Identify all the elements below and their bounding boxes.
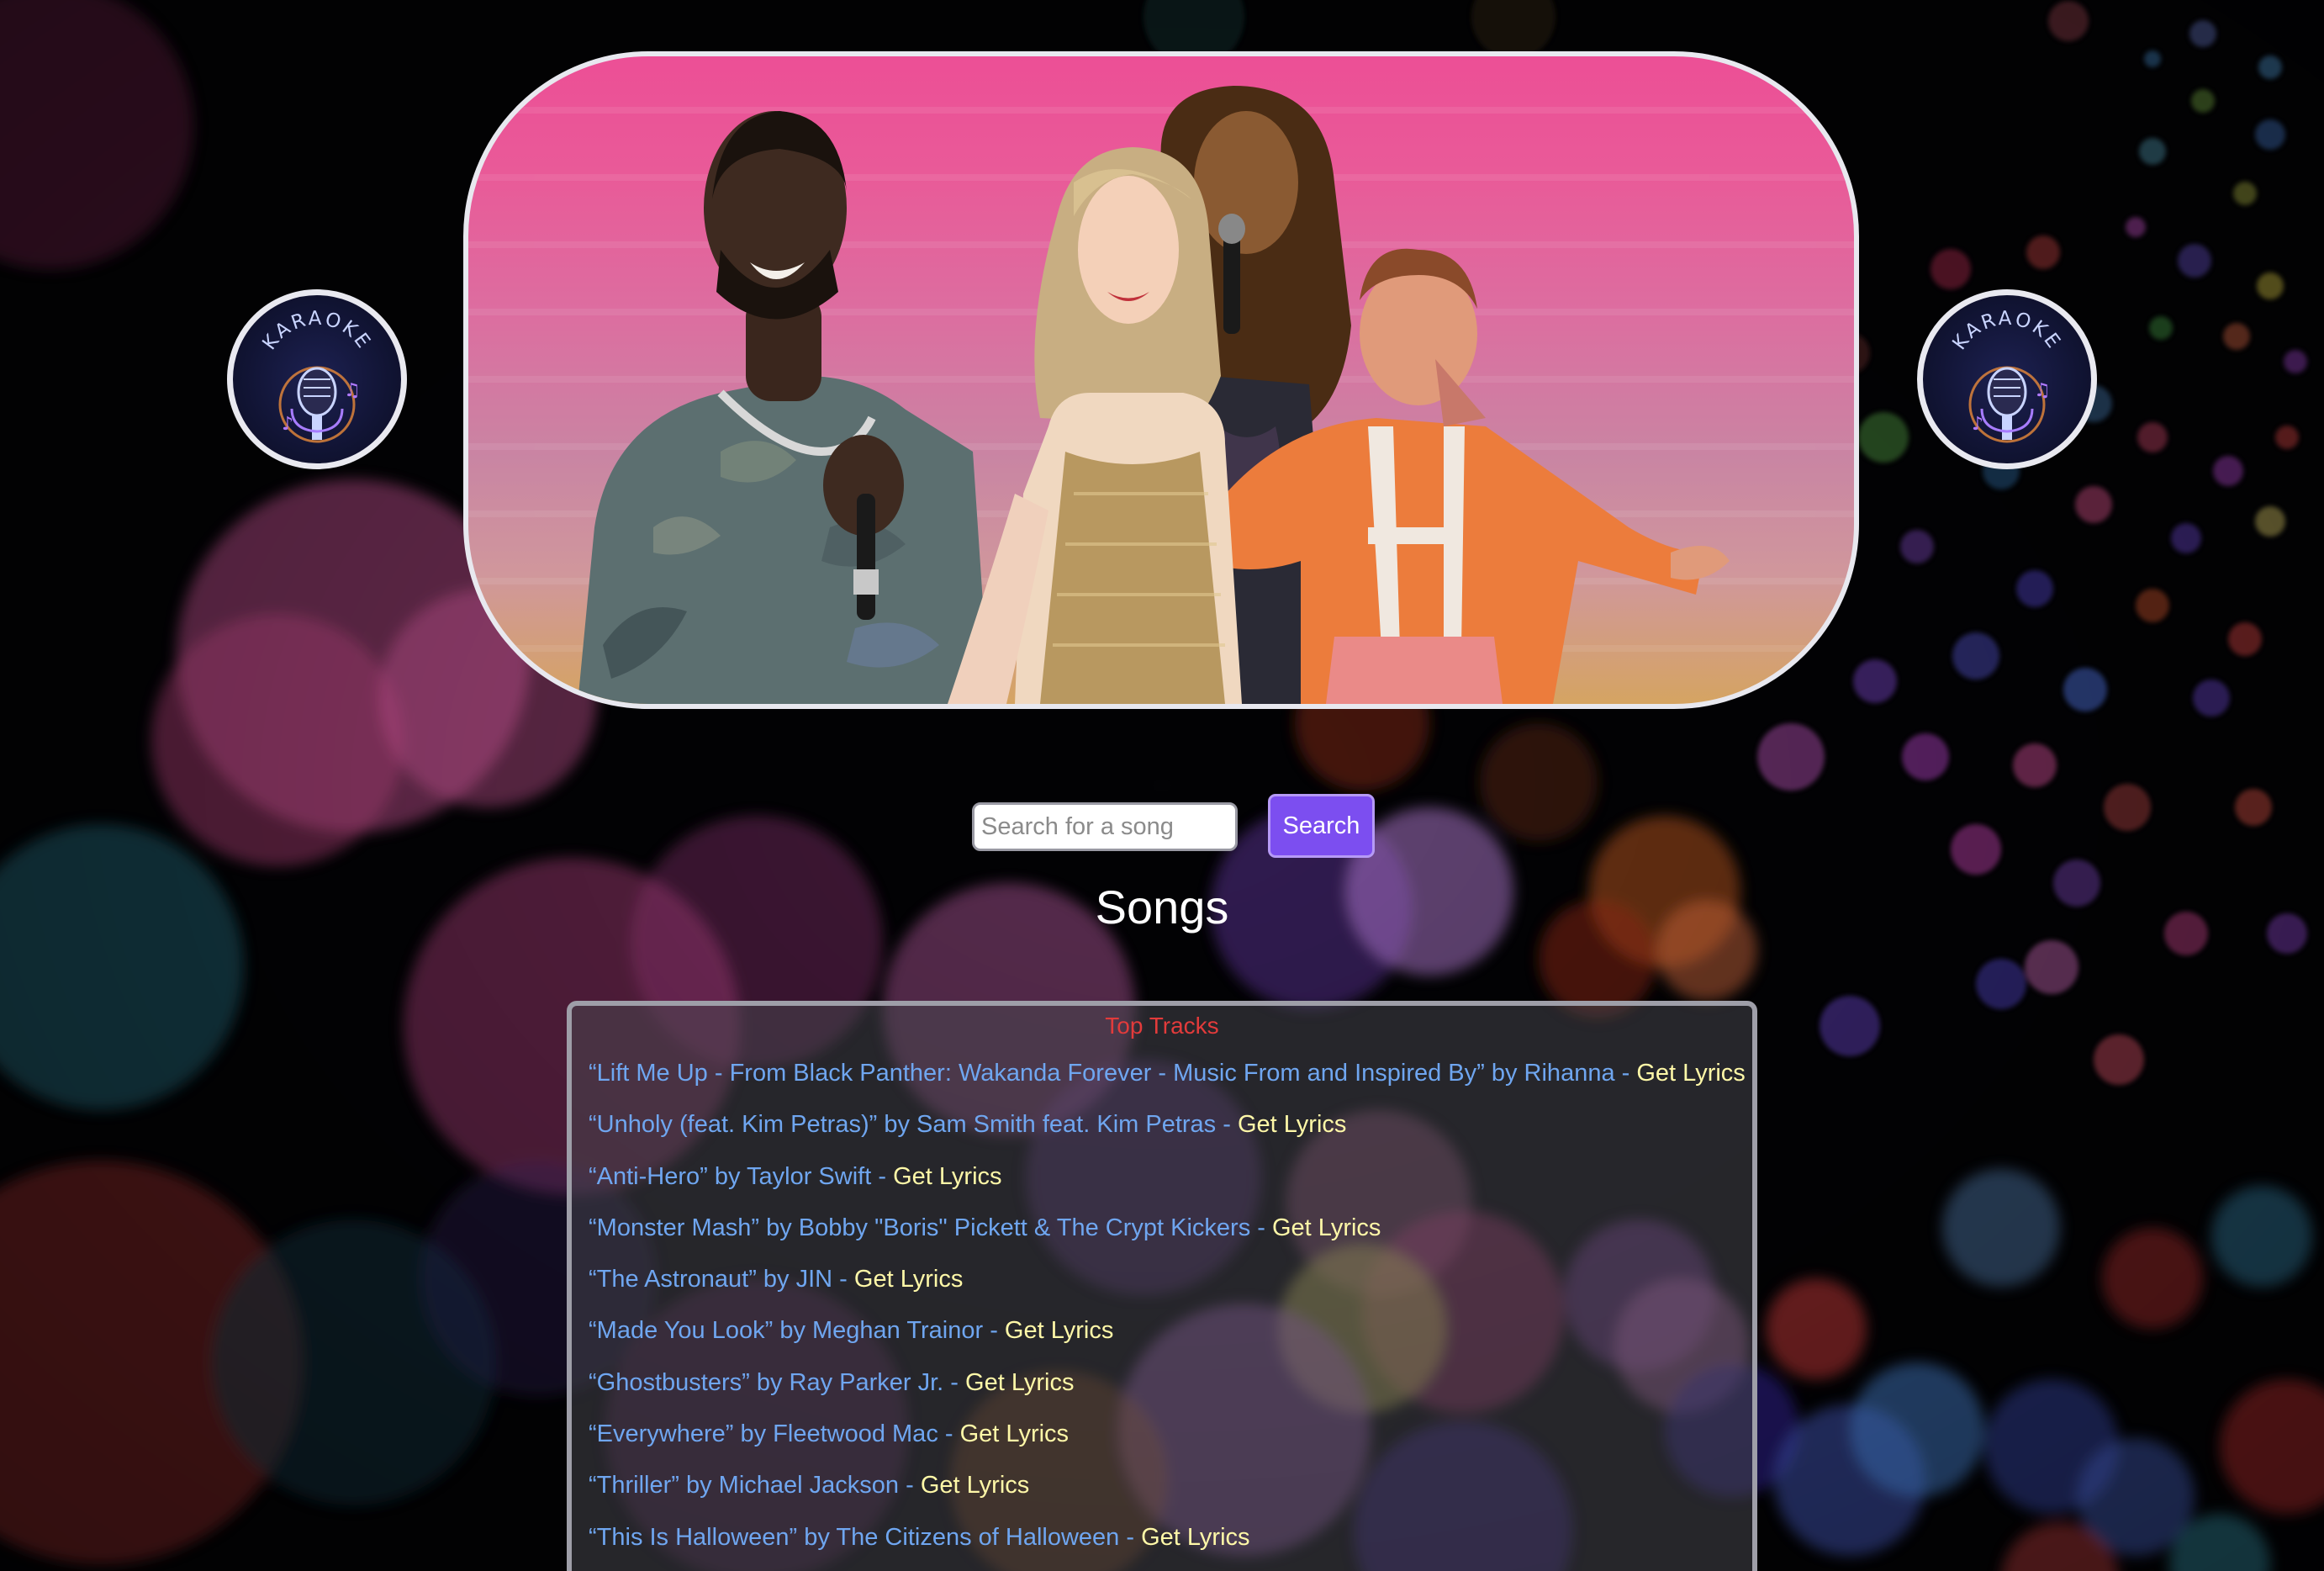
svg-text:♫: ♫ bbox=[344, 380, 361, 401]
track-separator: - bbox=[899, 1472, 921, 1500]
get-lyrics-link[interactable]: Get Lyrics bbox=[1141, 1524, 1249, 1551]
track-separator: - bbox=[1216, 1111, 1238, 1139]
get-lyrics-link[interactable]: Get Lyrics bbox=[854, 1266, 963, 1293]
hero-banner bbox=[463, 51, 1859, 709]
track-title: “Monster Mash” by Bobby "Boris" Pickett … bbox=[589, 1214, 1251, 1241]
get-lyrics-link[interactable]: Get Lyrics bbox=[1272, 1214, 1381, 1241]
svg-text:KARAOKE: KARAOKE bbox=[1948, 308, 2065, 354]
track-item: “Thriller” by Michael Jackson - Get Lyri… bbox=[589, 1460, 1746, 1511]
track-separator: - bbox=[871, 1162, 894, 1190]
track-title: “This Is Halloween” by The Citizens of H… bbox=[589, 1523, 1120, 1551]
get-lyrics-link[interactable]: Get Lyrics bbox=[921, 1472, 1029, 1499]
search-input[interactable] bbox=[972, 802, 1238, 851]
get-lyrics-link[interactable]: Get Lyrics bbox=[1238, 1111, 1346, 1138]
top-tracks-header: Top Tracks bbox=[1105, 1013, 1219, 1039]
track-separator: - bbox=[983, 1317, 1005, 1345]
get-lyrics-link[interactable]: Get Lyrics bbox=[960, 1420, 1069, 1447]
microphone-icon bbox=[1980, 367, 2034, 440]
track-separator: - bbox=[1250, 1214, 1272, 1241]
songs-heading: Songs bbox=[1095, 881, 1229, 934]
karaoke-logo-right: KARAOKE ♪ ♫ bbox=[1917, 289, 2097, 469]
track-item: “This Is Halloween” by The Citizens of H… bbox=[589, 1512, 1746, 1563]
track-item: “Monster Mash” by Bobby "Boris" Pickett … bbox=[589, 1203, 1746, 1254]
get-lyrics-link[interactable]: Get Lyrics bbox=[965, 1369, 1074, 1396]
track-item: “Anti-Hero” by Taylor Swift - Get Lyrics bbox=[589, 1151, 1746, 1203]
get-lyrics-link[interactable]: Get Lyrics bbox=[1636, 1060, 1745, 1087]
track-separator: - bbox=[943, 1368, 966, 1396]
track-title: “Thriller” by Michael Jackson bbox=[589, 1472, 900, 1500]
track-title: “Ghostbusters” by Ray Parker Jr. bbox=[589, 1368, 944, 1396]
artist-left-figure bbox=[578, 111, 990, 704]
track-item: “Lift Me Up - From Black Panther: Wakand… bbox=[589, 1048, 1746, 1099]
track-list: “Lift Me Up - From Black Panther: Wakand… bbox=[589, 1048, 1746, 1563]
track-item: “Made You Look” by Meghan Trainor - Get … bbox=[589, 1305, 1746, 1357]
svg-text:KARAOKE: KARAOKE bbox=[258, 308, 375, 354]
top-tracks-panel: Top Tracks “Lift Me Up - From Black Pant… bbox=[567, 1001, 1757, 1571]
track-item: “The Astronaut” by JIN - Get Lyrics bbox=[589, 1254, 1746, 1305]
karaoke-logo-left: KARAOKE ♪ ♫ bbox=[227, 289, 407, 469]
track-item: “Everywhere” by Fleetwood Mac - Get Lyri… bbox=[589, 1409, 1746, 1460]
track-separator: - bbox=[1119, 1523, 1142, 1551]
track-title: “Made You Look” by Meghan Trainor bbox=[589, 1317, 984, 1345]
track-title: “Lift Me Up - From Black Panther: Wakand… bbox=[589, 1060, 1615, 1087]
track-item: “Unholy (feat. Kim Petras)” by Sam Smith… bbox=[589, 1099, 1746, 1150]
microphone-icon bbox=[290, 367, 344, 440]
track-title: “Everywhere” by Fleetwood Mac bbox=[589, 1420, 938, 1448]
track-item: “Ghostbusters” by Ray Parker Jr. - Get L… bbox=[589, 1357, 1746, 1409]
karaoke-logo-text: KARAOKE bbox=[1948, 308, 2063, 354]
track-separator: - bbox=[832, 1266, 854, 1293]
svg-text:♪: ♪ bbox=[1972, 414, 1983, 435]
track-title: “Anti-Hero” by Taylor Swift bbox=[589, 1162, 872, 1190]
svg-text:♪: ♪ bbox=[282, 414, 293, 435]
track-separator: - bbox=[1614, 1060, 1637, 1087]
track-separator: - bbox=[938, 1420, 960, 1448]
artist-center-figure bbox=[948, 147, 1242, 704]
search-button[interactable]: Search bbox=[1268, 794, 1375, 858]
svg-text:♫: ♫ bbox=[2034, 380, 2051, 401]
get-lyrics-link[interactable]: Get Lyrics bbox=[1005, 1317, 1113, 1344]
get-lyrics-link[interactable]: Get Lyrics bbox=[893, 1163, 1001, 1190]
hero-artists-illustration bbox=[468, 86, 1854, 704]
karaoke-logo-text: KARAOKE bbox=[258, 308, 372, 354]
track-title: “Unholy (feat. Kim Petras)” by Sam Smith… bbox=[589, 1111, 1217, 1139]
track-title: “The Astronaut” by JIN bbox=[589, 1266, 833, 1293]
